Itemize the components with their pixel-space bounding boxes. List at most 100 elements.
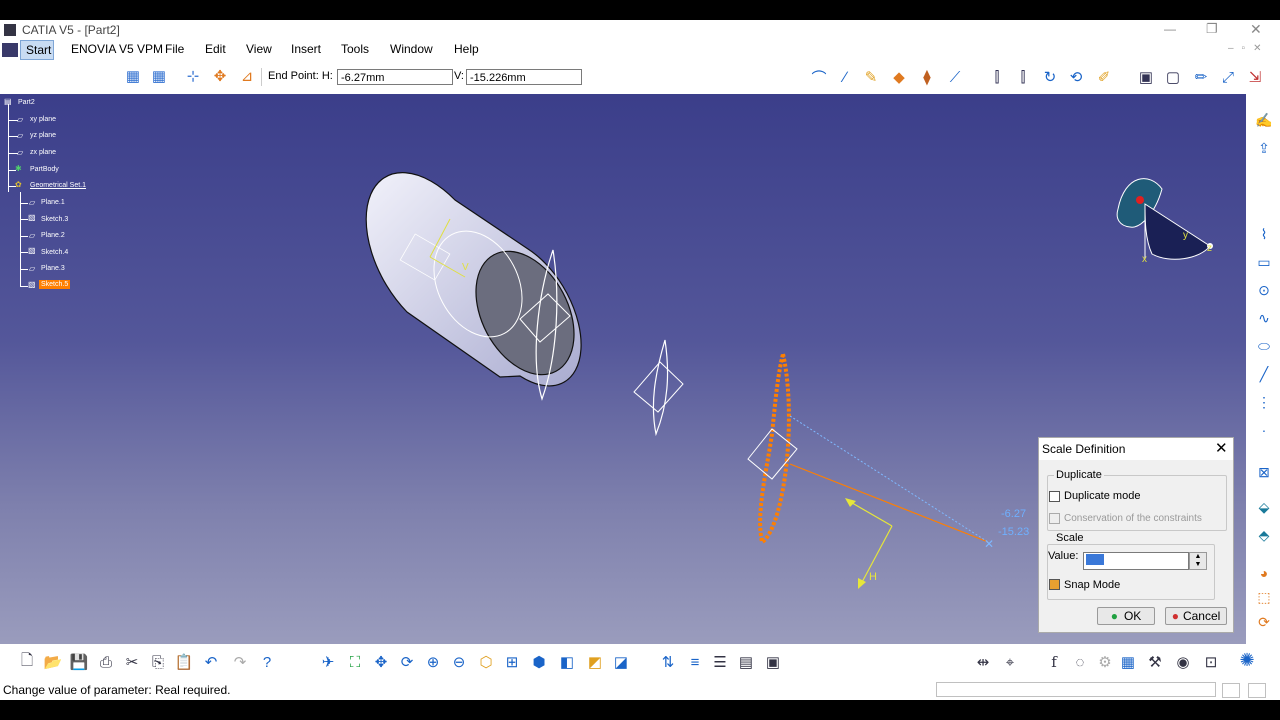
snap-mode-checkbox[interactable] bbox=[1049, 579, 1060, 590]
fly-mode-icon[interactable]: ✈ bbox=[317, 651, 339, 673]
exit-sketch-icon[interactable]: ⇪ bbox=[1254, 138, 1274, 158]
profile-icon[interactable]: ⌇ bbox=[1254, 224, 1274, 244]
fit-all-icon[interactable]: ⛶ bbox=[344, 651, 366, 673]
close-button[interactable]: ✕ bbox=[1250, 21, 1262, 38]
cancel-button[interactable]: ● Cancel bbox=[1165, 607, 1227, 625]
line-icon[interactable]: ╱ bbox=[1254, 364, 1274, 384]
scale-value-spinner[interactable]: ▲ ▼ bbox=[1189, 552, 1207, 570]
minimize-button[interactable]: — bbox=[1164, 22, 1176, 36]
exit-workbench-icon[interactable]: ⇲ bbox=[1244, 66, 1266, 88]
doc-window-controls[interactable]: –▫✕ bbox=[1228, 43, 1270, 54]
analysis-icon[interactable]: ⤢ bbox=[1217, 66, 1239, 88]
dimensional-constraints-icon[interactable]: ⊿ bbox=[236, 65, 258, 87]
sketch4-profile[interactable] bbox=[633, 339, 684, 437]
pad-icon[interactable]: ⬙ bbox=[1254, 497, 1274, 517]
menu-help[interactable]: Help bbox=[454, 42, 479, 56]
rotate-3d-icon[interactable]: ⟳ bbox=[1254, 612, 1274, 632]
sketch5-profile-selected[interactable]: ✕ bbox=[747, 353, 994, 551]
undo-icon[interactable]: ↶ bbox=[200, 651, 222, 673]
grid-icon[interactable]: ▦ bbox=[122, 65, 144, 87]
pencil-icon[interactable]: ✏ bbox=[1190, 66, 1212, 88]
project-icon[interactable]: ⟋ bbox=[944, 66, 966, 88]
v-value-field[interactable]: -15.226mm bbox=[466, 69, 582, 85]
pocket-icon[interactable]: ⬘ bbox=[1254, 525, 1274, 545]
restore-button[interactable]: ❐ bbox=[1206, 21, 1218, 37]
duplicate-mode-checkbox[interactable] bbox=[1049, 491, 1060, 502]
menu-enovia[interactable]: ENOVIA V5 VPM bbox=[71, 42, 163, 56]
menu-view[interactable]: View bbox=[246, 42, 272, 56]
trim-icon[interactable]: ◆ bbox=[888, 66, 910, 88]
table-icon[interactable]: ▤ bbox=[735, 651, 757, 673]
law-icon[interactable]: ⚙ bbox=[1094, 651, 1116, 673]
ok-button[interactable]: ● OK bbox=[1097, 607, 1155, 625]
iso-view-icon[interactable]: ⬢ bbox=[528, 651, 550, 673]
normal-view-icon[interactable]: ⬡ bbox=[475, 651, 497, 673]
sketch-view-icon[interactable]: ▣ bbox=[1135, 66, 1157, 88]
point-icon[interactable]: · bbox=[1254, 420, 1274, 440]
translate-icon[interactable]: ⫿ bbox=[1012, 66, 1034, 88]
rotate-icon[interactable]: ↻ bbox=[1039, 66, 1061, 88]
shading-icon[interactable]: ◧ bbox=[556, 651, 578, 673]
construction-element-icon[interactable]: ⊹ bbox=[182, 65, 204, 87]
open-icon[interactable]: 📂 bbox=[42, 651, 64, 673]
copy-icon[interactable]: ⎘ bbox=[147, 651, 169, 673]
rotate-view-icon[interactable]: ⟳ bbox=[396, 651, 418, 673]
menu-file[interactable]: File bbox=[165, 42, 184, 56]
measure-icon[interactable]: ≡ bbox=[684, 651, 706, 673]
menu-tools[interactable]: Tools bbox=[341, 42, 369, 56]
cylinder-body[interactable] bbox=[365, 172, 594, 392]
spline-icon[interactable]: ∕ bbox=[834, 66, 856, 88]
menu-window[interactable]: Window bbox=[390, 42, 433, 56]
zoom-out-icon[interactable]: ⊖ bbox=[448, 651, 470, 673]
constraint-icon[interactable]: ⊠ bbox=[1254, 462, 1274, 482]
multi-view-icon[interactable]: ⊞ bbox=[501, 651, 523, 673]
scale-icon[interactable]: ⟲ bbox=[1065, 66, 1087, 88]
duplicate-mode-label[interactable]: Duplicate mode bbox=[1064, 490, 1140, 502]
hide-show-icon[interactable]: ◩ bbox=[584, 651, 606, 673]
dialog-close-button[interactable]: ✕ bbox=[1215, 439, 1228, 457]
formula-icon[interactable]: f bbox=[1043, 651, 1065, 673]
translate-3d-icon[interactable]: ⬚ bbox=[1254, 587, 1274, 607]
cut-part-icon[interactable]: ▢ bbox=[1162, 66, 1184, 88]
axis-icon[interactable]: ⋮ bbox=[1254, 392, 1274, 412]
circle-icon[interactable]: ⊙ bbox=[1254, 280, 1274, 300]
redo-icon[interactable]: ↷ bbox=[229, 651, 251, 673]
print-icon[interactable]: ⎙ bbox=[95, 651, 117, 673]
status-button-2[interactable] bbox=[1248, 683, 1266, 698]
menu-insert[interactable]: Insert bbox=[291, 42, 321, 56]
geometrical-constraints-icon[interactable]: ✥ bbox=[209, 65, 231, 87]
catalog-icon[interactable]: ▣ bbox=[762, 651, 784, 673]
offset-icon[interactable]: ✐ bbox=[1093, 66, 1115, 88]
status-button[interactable] bbox=[1222, 683, 1240, 698]
menu-edit[interactable]: Edit bbox=[205, 42, 226, 56]
transform-icon[interactable]: ◕ bbox=[1254, 563, 1274, 583]
cut-icon[interactable]: ✂ bbox=[121, 651, 143, 673]
scale-value-input[interactable]: 0.8 bbox=[1083, 552, 1189, 570]
corner-icon[interactable]: ✎ bbox=[860, 66, 882, 88]
snap-mode-label[interactable]: Snap Mode bbox=[1064, 579, 1120, 591]
paste-icon[interactable]: 📋 bbox=[173, 651, 195, 673]
rectangle-icon[interactable]: ▭ bbox=[1254, 252, 1274, 272]
pan-icon[interactable]: ✥ bbox=[370, 651, 392, 673]
zoom-in-icon[interactable]: ⊕ bbox=[422, 651, 444, 673]
catalog-browser-icon[interactable]: ◉ bbox=[1172, 651, 1194, 673]
symmetry-icon[interactable]: ⫿ bbox=[986, 66, 1008, 88]
new-icon[interactable]: 🗋 bbox=[16, 651, 38, 673]
start-menu[interactable]: Start bbox=[20, 40, 54, 60]
knowledge-icon[interactable]: ◌ bbox=[1069, 651, 1091, 673]
measure-item-icon[interactable]: ⌖ bbox=[999, 651, 1021, 673]
formula-list-icon[interactable]: ☰ bbox=[709, 651, 731, 673]
measure-between-icon[interactable]: ⇹ bbox=[972, 651, 994, 673]
snap-to-point-icon[interactable]: ▦ bbox=[148, 65, 170, 87]
mirror-icon[interactable]: ⧫ bbox=[916, 66, 938, 88]
design-table-icon[interactable]: ▦ bbox=[1117, 651, 1139, 673]
ellipse-icon[interactable]: ⬭ bbox=[1254, 336, 1274, 356]
compass-icon[interactable] bbox=[1116, 178, 1213, 260]
power-input-field[interactable] bbox=[936, 682, 1216, 697]
h-value-field[interactable]: -6.27mm bbox=[337, 69, 453, 85]
update-icon[interactable]: ⇅ bbox=[657, 651, 679, 673]
apply-material-icon[interactable]: ⚒ bbox=[1144, 651, 1166, 673]
instantiate-icon[interactable]: ⊡ bbox=[1200, 651, 1222, 673]
whats-this-icon[interactable]: ? bbox=[256, 651, 278, 673]
swap-visible-icon[interactable]: ◪ bbox=[610, 651, 632, 673]
